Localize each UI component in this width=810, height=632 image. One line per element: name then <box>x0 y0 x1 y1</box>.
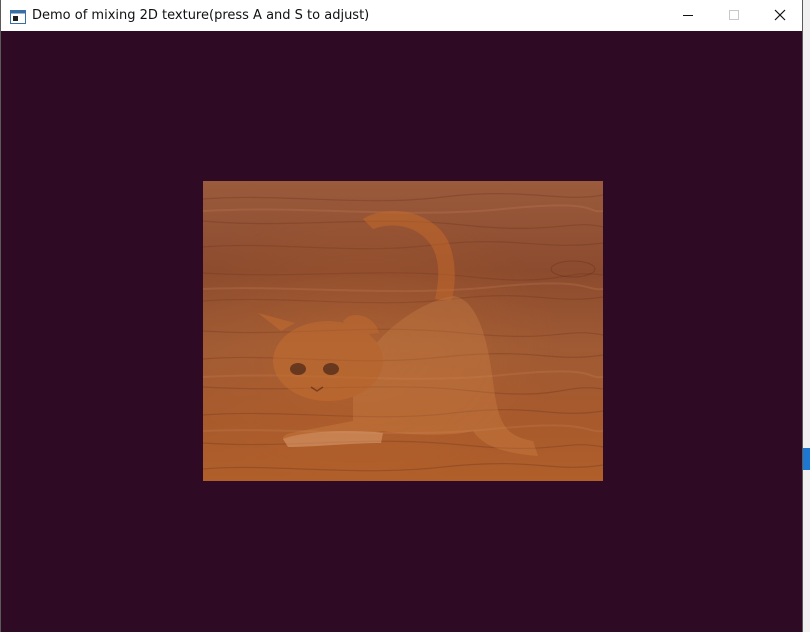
background-window-highlight <box>803 448 810 470</box>
minimize-icon <box>682 6 694 25</box>
close-button[interactable] <box>757 0 803 31</box>
minimize-button[interactable] <box>665 0 711 31</box>
mixed-texture-quad <box>203 181 603 481</box>
app-icon <box>10 9 26 24</box>
maximize-icon <box>728 6 740 25</box>
close-icon <box>774 6 786 25</box>
opengl-window: Demo of mixing 2D texture(press A and S … <box>0 0 803 632</box>
title-bar[interactable]: Demo of mixing 2D texture(press A and S … <box>1 0 802 31</box>
cat-overlay <box>203 181 603 481</box>
background-window-edge <box>803 0 810 632</box>
wood-cat-texture-image <box>203 181 603 481</box>
maximize-button[interactable] <box>711 0 757 31</box>
window-title: Demo of mixing 2D texture(press A and S … <box>32 8 370 23</box>
